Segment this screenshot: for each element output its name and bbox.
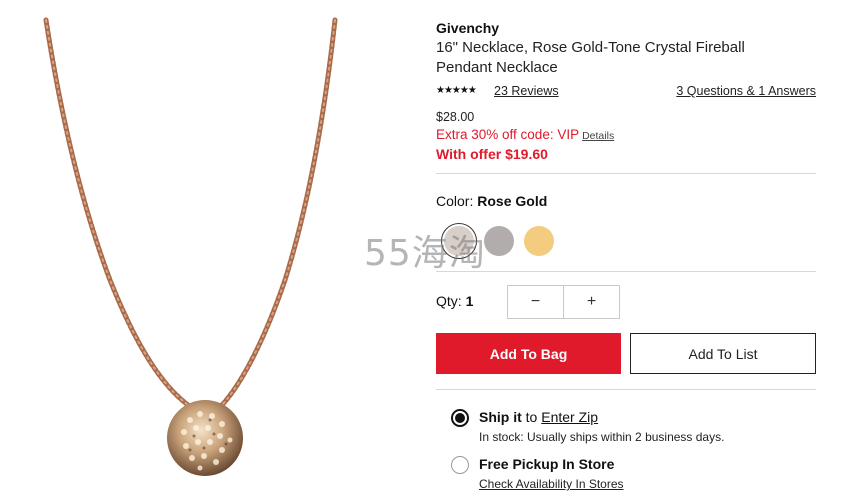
ship-it-option: Ship it to Enter Zip [479,409,598,425]
quantity-stepper[interactable]: − + [507,285,620,319]
qty-label-text: Qty: [436,293,462,309]
offer-price: With offer $19.60 [436,146,548,162]
product-title-line2: Pendant Necklace [436,59,558,76]
enter-zip-link[interactable]: Enter Zip [541,409,598,425]
add-to-bag-button[interactable]: Add To Bag [436,333,621,374]
product-title-line1: 16" Necklace, Rose Gold-Tone Crystal Fir… [436,39,745,56]
pickup-radio[interactable] [451,456,469,474]
chain-right [219,17,338,408]
reviews-link[interactable]: 23 Reviews [494,84,559,98]
check-availability-link[interactable]: Check Availability In Stores [479,477,624,491]
color-label: Color: [436,193,474,209]
divider [436,173,816,174]
quantity-label: Qty: 1 [436,293,473,309]
star-rating-icon: ★★★★★ [436,85,477,96]
free-pickup-label: Free Pickup In Store [479,456,615,472]
questions-answers-link[interactable]: 3 Questions & 1 Answers [676,84,816,98]
necklace-product-image [43,17,338,476]
increase-quantity-button[interactable]: + [563,286,619,318]
product-title: 16" Necklace, Rose Gold-Tone Crystal Fir… [436,38,816,78]
divider [436,271,816,272]
ship-it-radio[interactable] [451,409,469,427]
watermark-text: 55海淘 [364,233,486,274]
add-to-list-button[interactable]: Add To List [630,333,816,374]
brand-name[interactable]: Givenchy [436,20,499,36]
qty-value: 1 [465,293,474,309]
extra-offer: Extra 30% off code: VIP Details [436,127,614,142]
color-swatch-silver[interactable] [484,226,514,256]
decrease-quantity-button[interactable]: − [508,286,563,318]
selected-color: Rose Gold [477,193,548,209]
details-link[interactable]: Details [582,130,614,142]
color-swatch-gold[interactable] [524,226,554,256]
fireball-pendant [167,400,243,476]
extra-offer-text: Extra 30% off code: VIP [436,127,580,142]
ship-it-label: Ship it [479,409,522,425]
stock-status: In stock: Usually ships within 2 busines… [479,430,725,444]
original-price: $28.00 [436,110,475,124]
ship-to-text: to [525,409,538,425]
chain-left [43,17,191,408]
divider [436,389,816,390]
color-selection-label: Color: Rose Gold [436,193,547,209]
